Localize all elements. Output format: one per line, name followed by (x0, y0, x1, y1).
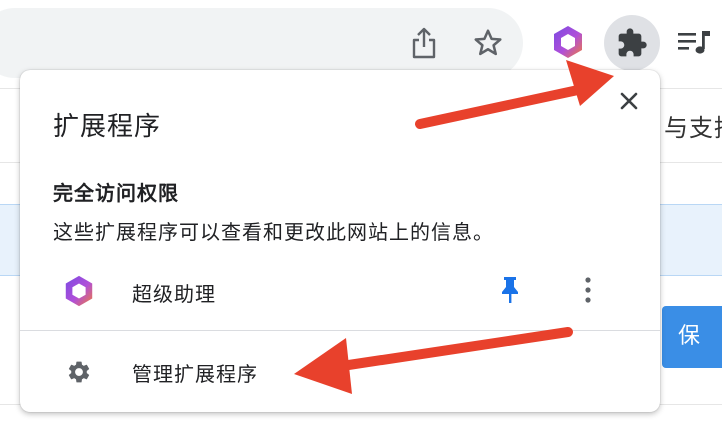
more-options-button[interactable] (576, 272, 600, 308)
popup-divider (20, 330, 660, 331)
extensions-popup: 扩展程序 完全访问权限 这些扩展程序可以查看和更改此网站上的信息。 超级助理 管… (20, 70, 660, 412)
puzzle-icon (618, 28, 647, 57)
gear-icon (66, 359, 92, 385)
pin-icon (502, 277, 518, 303)
extension-row[interactable]: 超级助理 (20, 260, 660, 320)
extension-name: 超级助理 (132, 282, 216, 306)
extensions-puzzle-button[interactable] (604, 15, 660, 71)
section-heading: 完全访问权限 (53, 181, 179, 205)
close-button[interactable] (613, 85, 645, 117)
hexagon-logo-icon (62, 274, 96, 308)
address-bar[interactable] (0, 8, 523, 78)
manage-extensions-item[interactable]: 管理扩展程序 (20, 342, 660, 400)
partial-link-text[interactable]: 与支持 (664, 108, 722, 143)
save-button[interactable]: 保 存 (662, 306, 722, 368)
screenshot-stage: 与支持 保 存 扩展程序 完全访问权限 这些扩展程序可以查看和更改此网站上的信息… (0, 0, 722, 444)
close-icon (620, 92, 638, 110)
popup-title: 扩展程序 (53, 112, 162, 142)
more-vert-icon (585, 277, 591, 303)
extension-logo-icon[interactable] (548, 22, 588, 62)
manage-extensions-label: 管理扩展程序 (132, 362, 258, 386)
star-icon[interactable] (470, 24, 506, 62)
section-description: 这些扩展程序可以查看和更改此网站上的信息。 (53, 220, 494, 244)
share-icon[interactable] (407, 24, 441, 62)
media-queue-icon[interactable] (675, 24, 715, 62)
pin-button[interactable] (494, 272, 526, 308)
